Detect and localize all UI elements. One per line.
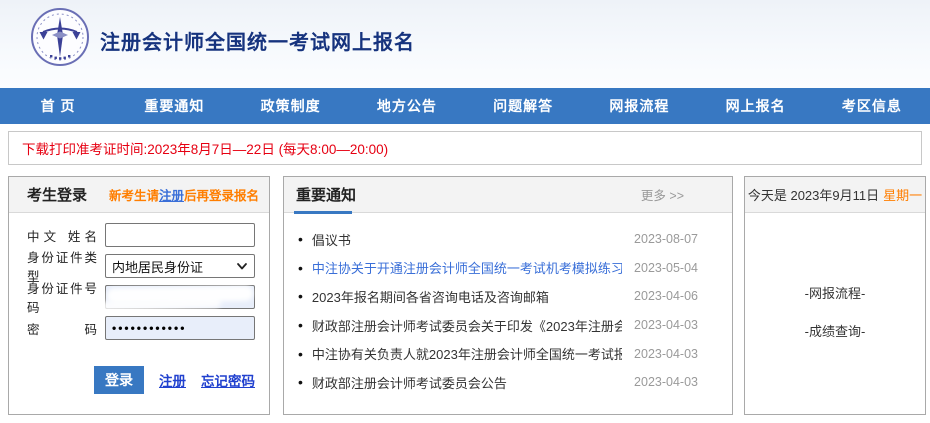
cicpa-logo-icon: [30, 7, 90, 67]
id-type-select[interactable]: 内地居民身份证: [105, 254, 255, 278]
nav-item-local-announcements[interactable]: 地方公告: [349, 88, 465, 124]
active-tab-underline: [294, 211, 352, 214]
score-inquiry-link[interactable]: -成绩查询-: [805, 321, 866, 340]
nav-item-faq[interactable]: 问题解答: [465, 88, 581, 124]
page-title: 注册会计师全国统一考试网上报名: [100, 26, 415, 55]
notice-item: • 财政部注册会计师考试委员会公告 2023-04-03: [298, 368, 698, 397]
notice-date: 2023-04-03: [622, 375, 698, 389]
notice-date: 2023-04-03: [622, 347, 698, 361]
name-label: 中文 姓名: [27, 226, 105, 245]
notices-panel-title: 重要通知: [296, 184, 356, 205]
bullet-icon: •: [298, 232, 303, 246]
bullet-icon: •: [298, 375, 303, 389]
nav-item-online-registration[interactable]: 网上报名: [698, 88, 814, 124]
notices-panel-header: 重要通知 更多 >>: [284, 177, 732, 213]
login-form: 中文 姓名 身份证件类型 内地居民身份证 身份证件号码: [9, 213, 269, 394]
login-panel-header: 考生登录 新考生请注册后再登录报名: [9, 177, 269, 213]
candidate-login-panel: 考生登录 新考生请注册后再登录报名 中文 姓名 身份证件类型 内地居民身份证: [8, 176, 270, 415]
password-input[interactable]: [105, 316, 255, 340]
notice-link[interactable]: 中注协关于开通注册会计师全国统一考试机考模拟练习网站的公...: [312, 258, 622, 277]
nav-item-important-notices[interactable]: 重要通知: [116, 88, 232, 124]
bullet-icon: •: [298, 347, 303, 361]
today-weekday: 星期一: [883, 185, 922, 204]
new-user-register-link[interactable]: 注册: [159, 189, 184, 203]
important-notices-panel: 重要通知 更多 >> • 倡议书 2023-08-07 • 中注协关于开通注册会…: [283, 176, 733, 415]
notice-date: 2023-08-07: [622, 232, 698, 246]
nav-item-registration-process[interactable]: 网报流程: [581, 88, 697, 124]
notice-list: • 倡议书 2023-08-07 • 中注协关于开通注册会计师全国统一考试机考模…: [284, 213, 732, 397]
admission-ticket-notice-text: 下载打印准考证时间:2023年8月7日—22日 (每天8:00—20:00): [22, 138, 388, 158]
chinese-name-input[interactable]: [105, 223, 255, 247]
id-number-input[interactable]: [105, 285, 255, 309]
name-row: 中文 姓名: [27, 223, 255, 247]
nav-item-home[interactable]: 首 页: [0, 88, 116, 124]
notice-date: 2023-04-03: [622, 318, 698, 332]
bullet-icon: •: [298, 289, 303, 303]
notice-item: • 财政部注册会计师考试委员会关于印发《2023年注册会计师... 2023-0…: [298, 311, 698, 340]
notice-item: • 中注协有关负责人就2023年注册会计师全国统一考试报名相... 2023-0…: [298, 339, 698, 368]
nav-item-exam-areas[interactable]: 考区信息: [814, 88, 930, 124]
new-user-hint: 新考生请注册后再登录报名: [109, 185, 259, 204]
notice-date: 2023-05-04: [622, 261, 698, 275]
today-date-text: 今天是 2023年9月11日: [748, 185, 879, 204]
site-header: 注册会计师全国统一考试网上报名: [0, 0, 930, 88]
notice-link[interactable]: 倡议书: [312, 230, 622, 249]
notice-link[interactable]: 中注协有关负责人就2023年注册会计师全国统一考试报名相...: [312, 344, 622, 363]
admission-ticket-notice-bar: 下载打印准考证时间:2023年8月7日—22日 (每天8:00—20:00): [8, 131, 922, 165]
chevron-down-icon: [236, 260, 248, 272]
forgot-password-link[interactable]: 忘记密码: [201, 370, 255, 390]
notice-item: • 中注协关于开通注册会计师全国统一考试机考模拟练习网站的公... 2023-0…: [298, 254, 698, 283]
notice-item: • 倡议书 2023-08-07: [298, 225, 698, 254]
id-type-selected-value: 内地居民身份证: [112, 257, 203, 276]
id-number-row: 身份证件号码: [27, 285, 255, 309]
bullet-icon: •: [298, 261, 303, 275]
main-nav: 首 页 重要通知 政策制度 地方公告 问题解答 网报流程 网上报名 考区信息: [0, 88, 930, 124]
cpa-exam-registration-page: 注册会计师全国统一考试网上报名 首 页 重要通知 政策制度 地方公告 问题解答 …: [0, 0, 930, 423]
login-panel-title: 考生登录: [27, 184, 87, 205]
register-link[interactable]: 注册: [159, 370, 186, 390]
id-number-label: 身份证件号码: [27, 278, 105, 316]
notice-link[interactable]: 财政部注册会计师考试委员会公告: [312, 373, 622, 392]
registration-process-link[interactable]: -网报流程-: [805, 283, 866, 302]
login-actions-row: 登录 注册 忘记密码: [94, 366, 255, 394]
password-row: 密码: [27, 316, 255, 340]
bullet-icon: •: [298, 318, 303, 332]
more-link[interactable]: 更多 >>: [641, 185, 684, 204]
today-panel: 今天是 2023年9月11日 星期一 -网报流程- -成绩查询-: [744, 176, 926, 415]
password-label: 密码: [27, 319, 105, 338]
nav-item-policies[interactable]: 政策制度: [233, 88, 349, 124]
new-user-hint-suffix: 后再登录报名: [184, 189, 259, 203]
login-button[interactable]: 登录: [94, 366, 144, 394]
quick-links: -网报流程- -成绩查询-: [745, 213, 925, 340]
id-type-row: 身份证件类型 内地居民身份证: [27, 254, 255, 278]
today-panel-header: 今天是 2023年9月11日 星期一: [745, 177, 925, 213]
notice-link[interactable]: 财政部注册会计师考试委员会关于印发《2023年注册会计师...: [312, 316, 622, 335]
notice-date: 2023-04-06: [622, 289, 698, 303]
new-user-hint-prefix: 新考生请: [109, 189, 159, 203]
notice-item: • 2023年报名期间各省咨询电话及咨询邮箱 2023-04-06: [298, 282, 698, 311]
notice-link[interactable]: 2023年报名期间各省咨询电话及咨询邮箱: [312, 287, 622, 306]
